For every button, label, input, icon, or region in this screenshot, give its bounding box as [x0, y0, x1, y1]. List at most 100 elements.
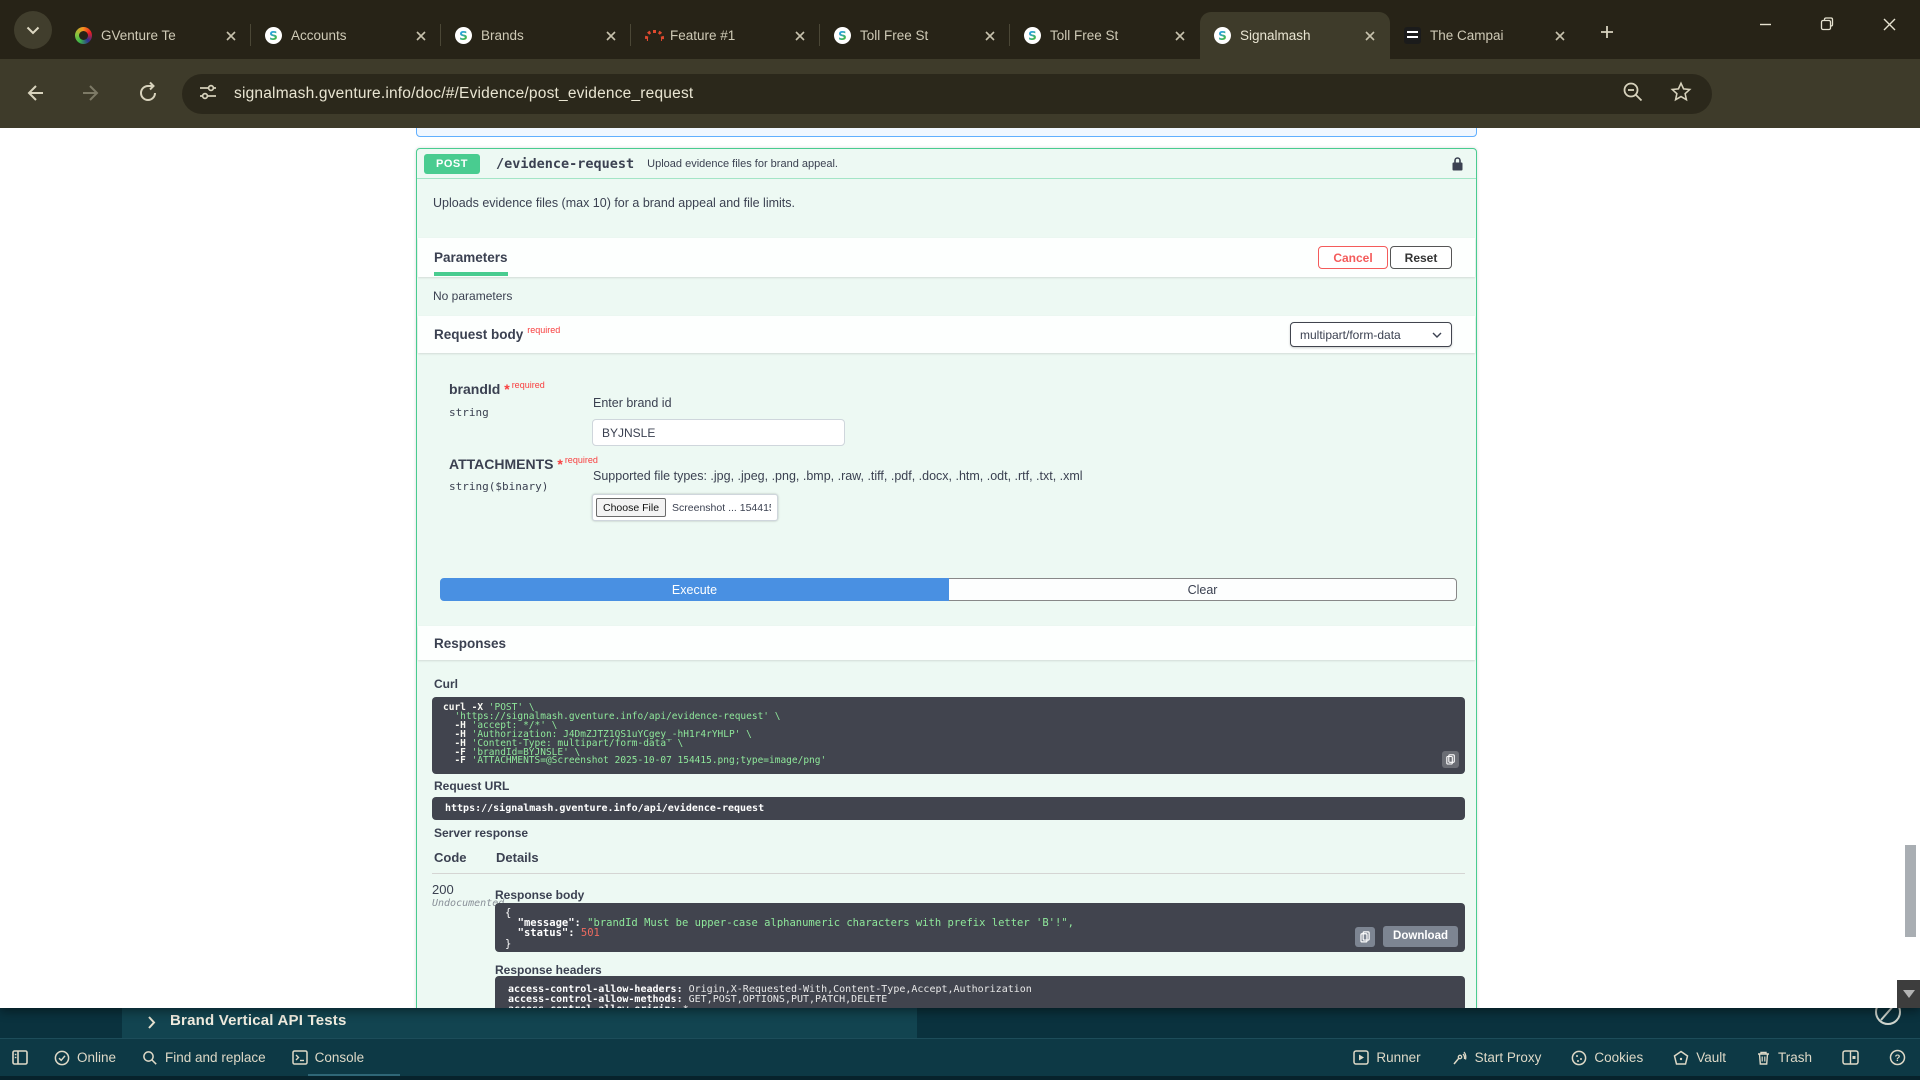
- curl-command: curl -X 'POST' \ 'https://signalmash.gve…: [432, 697, 1465, 774]
- reset-button[interactable]: Reset: [1390, 246, 1452, 269]
- copy-curl-button[interactable]: [1442, 751, 1459, 768]
- tab-feature[interactable]: Feature #1: [630, 12, 820, 59]
- request-url-value: https://signalmash.gventure.info/api/evi…: [432, 797, 1465, 820]
- execute-row: Execute Clear: [440, 578, 1457, 601]
- close-window-button[interactable]: [1858, 0, 1920, 48]
- responses-section-header: Responses: [418, 626, 1475, 660]
- url-text[interactable]: signalmash.gventure.info/doc/#/Evidence/…: [234, 85, 693, 103]
- runner-icon: [1353, 1050, 1369, 1065]
- reload-button[interactable]: [136, 81, 162, 107]
- brandid-input[interactable]: [592, 419, 845, 446]
- url-bar[interactable]: signalmash.gventure.info/doc/#/Evidence/…: [182, 74, 1712, 114]
- endpoint-summary: Upload evidence files for brand appeal.: [647, 158, 838, 170]
- close-tab-icon[interactable]: [411, 26, 431, 46]
- zoom-out-icon[interactable]: [1622, 81, 1644, 108]
- feature-favicon: [644, 27, 661, 44]
- help-icon[interactable]: ?: [1889, 1049, 1906, 1066]
- file-input[interactable]: Choose File Screenshot ... 154415.png: [592, 494, 778, 521]
- scrollbar-thumb[interactable]: [1905, 845, 1916, 937]
- cancel-button[interactable]: Cancel: [1318, 246, 1388, 269]
- undocumented-label: Undocumented: [432, 898, 504, 909]
- page-content: POST /evidence-request Upload evidence f…: [0, 128, 1920, 1008]
- cookies-button[interactable]: Cookies: [1571, 1050, 1643, 1066]
- runner-button[interactable]: Runner: [1353, 1050, 1420, 1065]
- signalmash-favicon: S: [1024, 27, 1041, 44]
- panel-layout-icon[interactable]: [1842, 1050, 1859, 1065]
- copy-response-button[interactable]: [1355, 927, 1375, 947]
- response-status-code: 200: [432, 882, 454, 897]
- browser-toolbar: signalmash.gventure.info/doc/#/Evidence/…: [0, 59, 1920, 128]
- console-toggle[interactable]: Console: [292, 1050, 365, 1065]
- tab-gventure[interactable]: GVenture Te: [61, 12, 251, 59]
- restore-button[interactable]: [1796, 0, 1858, 48]
- auth-lock-icon[interactable]: [1452, 157, 1463, 176]
- opblock-summary[interactable]: POST /evidence-request Upload evidence f…: [417, 149, 1476, 179]
- proxy-antenna-icon: [1451, 1050, 1468, 1066]
- parameters-section-header: Parameters Cancel Reset: [418, 238, 1475, 277]
- response-body: { "message": "brandId Must be upper-case…: [495, 903, 1465, 952]
- window-controls: [1734, 0, 1920, 48]
- request-url-label: Request URL: [434, 779, 509, 793]
- opblock-post-evidence-request: POST /evidence-request Upload evidence f…: [416, 148, 1477, 1008]
- signalmash-favicon: S: [834, 27, 851, 44]
- download-button[interactable]: Download: [1383, 926, 1458, 947]
- tab-campaign[interactable]: The Campai: [1390, 12, 1580, 59]
- tab-accounts[interactable]: S Accounts: [251, 12, 441, 59]
- search-icon: [142, 1050, 158, 1066]
- close-tab-icon[interactable]: [1170, 26, 1190, 46]
- vault-button[interactable]: Vault: [1673, 1050, 1726, 1066]
- chevron-right-icon[interactable]: [146, 1015, 157, 1035]
- scrollbar-down-button[interactable]: [1897, 980, 1920, 1008]
- site-settings-icon[interactable]: [198, 82, 218, 107]
- clear-button[interactable]: Clear: [949, 578, 1457, 601]
- screen: Brand Vertical API Tests Online Find and…: [0, 0, 1920, 1080]
- clipboard-icon: [1360, 931, 1370, 943]
- response-body-label: Response body: [495, 888, 584, 902]
- close-tab-icon[interactable]: [1360, 26, 1380, 46]
- tab-tollfree-2[interactable]: S Toll Free St: [1010, 12, 1200, 59]
- plus-icon: [1600, 25, 1614, 39]
- signalmash-favicon: S: [265, 27, 282, 44]
- choose-file-button[interactable]: Choose File: [596, 498, 666, 517]
- new-tab-button[interactable]: [1592, 17, 1622, 47]
- field-desc-brandid: Enter brand id: [593, 396, 672, 410]
- trash-button[interactable]: Trash: [1756, 1050, 1812, 1066]
- close-tab-icon[interactable]: [1550, 26, 1570, 46]
- clipboard-icon: [1446, 754, 1455, 765]
- tab-search-button[interactable]: [14, 11, 52, 49]
- browser-window: GVenture Te S Accounts S Brands Feature …: [0, 0, 1920, 1008]
- field-desc-attachments: Supported file types: .jpg, .jpeg, .png,…: [593, 469, 1083, 483]
- gventure-favicon: [75, 27, 92, 44]
- signalmash-favicon: S: [1214, 27, 1231, 44]
- no-parameters-text: No parameters: [433, 289, 512, 303]
- minimize-button[interactable]: [1734, 0, 1796, 48]
- check-circle-icon: [54, 1050, 70, 1066]
- close-tab-icon[interactable]: [980, 26, 1000, 46]
- tab-signalmash-active[interactable]: S Signalmash: [1200, 12, 1390, 59]
- parameters-tab[interactable]: Parameters: [434, 250, 508, 276]
- terminal-icon: [292, 1050, 308, 1065]
- close-tab-icon[interactable]: [221, 26, 241, 46]
- execute-button[interactable]: Execute: [440, 578, 949, 601]
- collection-name[interactable]: Brand Vertical API Tests: [170, 1012, 347, 1029]
- svg-text:?: ?: [1895, 1053, 1901, 1064]
- field-name-brandid: brandId *required: [449, 381, 545, 397]
- sidebar-toggle-icon[interactable]: [12, 1050, 28, 1065]
- online-status[interactable]: Online: [54, 1050, 116, 1066]
- campaign-registry-favicon: [1404, 27, 1421, 44]
- tab-tollfree-1[interactable]: S Toll Free St: [820, 12, 1010, 59]
- close-tab-icon[interactable]: [790, 26, 810, 46]
- table-divider: [432, 873, 1465, 874]
- response-headers-label: Response headers: [495, 963, 602, 977]
- method-badge: POST: [424, 154, 480, 174]
- back-button[interactable]: [22, 81, 48, 107]
- find-and-replace[interactable]: Find and replace: [142, 1050, 266, 1066]
- tab-brands[interactable]: S Brands: [441, 12, 631, 59]
- start-proxy-button[interactable]: Start Proxy: [1451, 1050, 1542, 1066]
- bookmark-star-icon[interactable]: [1670, 81, 1692, 108]
- content-type-select[interactable]: multipart/form-data: [1290, 322, 1452, 347]
- chevron-down-icon: [1432, 332, 1442, 338]
- forward-button[interactable]: [80, 81, 106, 107]
- field-type-brandid: string: [449, 406, 489, 419]
- close-tab-icon[interactable]: [601, 26, 621, 46]
